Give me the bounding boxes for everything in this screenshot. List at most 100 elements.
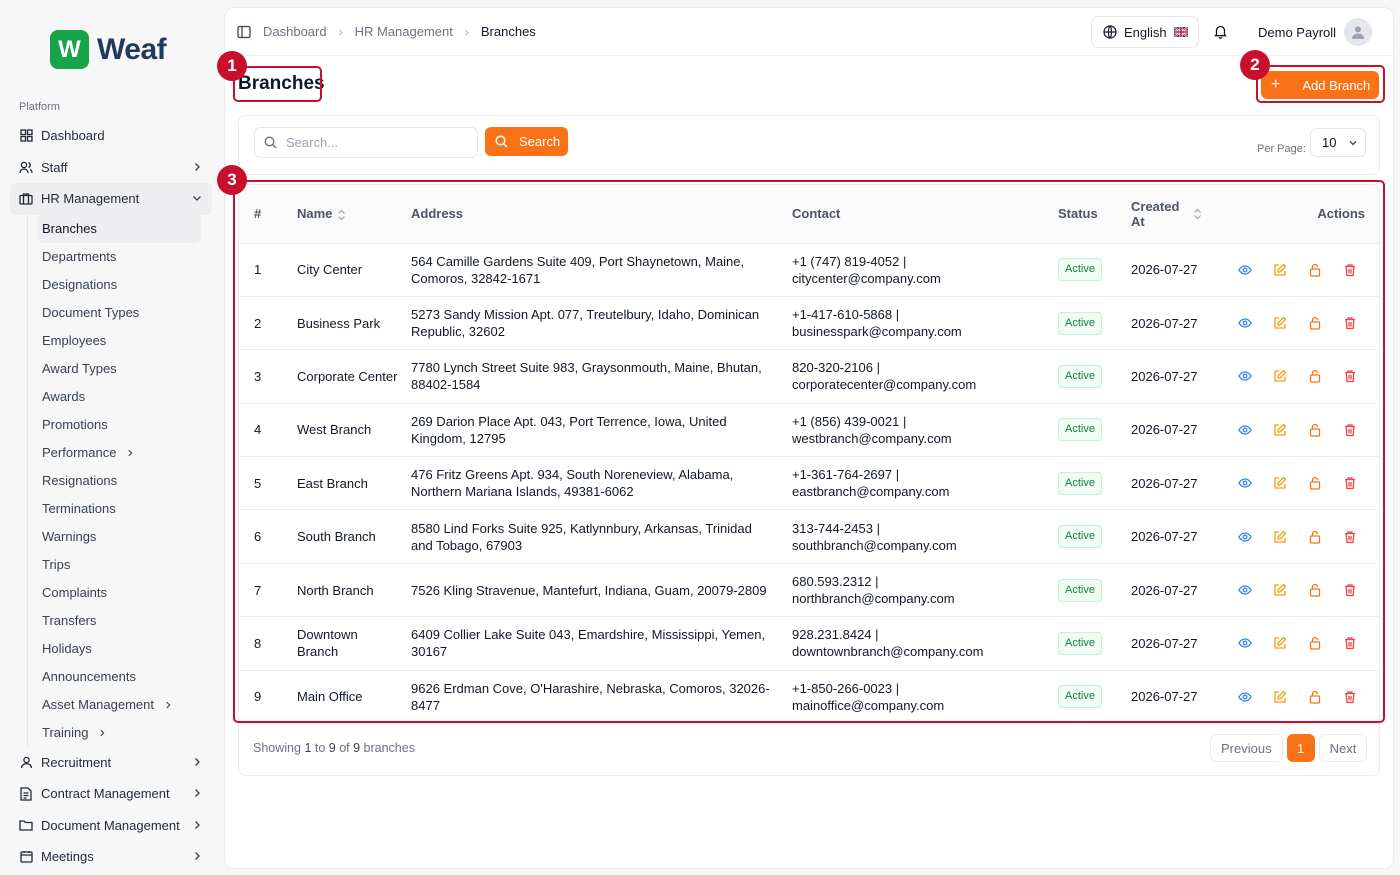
grid-icon (19, 129, 33, 143)
summary-to: 9 (328, 741, 336, 755)
sidebar-item-label: Contract Management (41, 786, 170, 802)
pagination: Previous 1 Next (1210, 734, 1368, 762)
summary-total: 9 (353, 741, 361, 755)
filter-bar: Search Per Page: 10 (238, 115, 1380, 175)
sidebar-item-label: Awards (42, 389, 86, 404)
language-selector[interactable]: English (1091, 16, 1199, 48)
chevron-right-icon (100, 729, 105, 736)
sidebar-item-employees[interactable]: Employees (37, 327, 201, 355)
sidebar-item-training[interactable]: Training (37, 719, 201, 747)
logo-icon: W (50, 30, 89, 69)
sidebar-item-holidays[interactable]: Holidays (37, 635, 201, 663)
summary-prefix: Showing (253, 741, 305, 755)
sidebar-item-dashboard[interactable]: Dashboard (10, 120, 212, 152)
previous-page-button[interactable]: Previous (1210, 734, 1283, 762)
chevron-right-icon (128, 449, 133, 456)
bell-icon[interactable] (1213, 24, 1228, 39)
sidebar-item-label: Document Management (41, 817, 180, 833)
sidebar-toggle-icon[interactable] (237, 25, 251, 39)
breadcrumb-hr-management[interactable]: HR Management (355, 24, 453, 39)
breadcrumb: Dashboard › HR Management › Branches (263, 24, 536, 39)
annotation-marker-2: 2 (1240, 50, 1270, 80)
sidebar-item-contract-management[interactable]: Contract Management (10, 778, 212, 810)
summary-suffix: branches (360, 741, 415, 755)
sidebar-item-terminations[interactable]: Terminations (37, 495, 201, 523)
sidebar-item-transfers[interactable]: Transfers (37, 607, 201, 635)
annotation-box-table (233, 180, 1385, 723)
sidebar-item-label: Warnings (42, 529, 97, 544)
search-field[interactable] (254, 127, 478, 158)
sidebar-item-announcements[interactable]: Announcements (37, 663, 201, 691)
sidebar-item-recruitment[interactable]: Recruitment (10, 747, 212, 779)
sidebar-item-label: Employees (42, 333, 107, 348)
chevron-right-icon (195, 820, 200, 829)
annotation-box-add-button (1256, 65, 1385, 103)
sidebar-item-departments[interactable]: Departments (37, 243, 201, 271)
sidebar-item-warnings[interactable]: Warnings (37, 523, 201, 551)
calendar-icon (19, 850, 33, 864)
sidebar-item-document-types[interactable]: Document Types (37, 299, 201, 327)
summary-of-word: of (335, 741, 354, 755)
sidebar-item-award-types[interactable]: Award Types (37, 355, 201, 383)
sidebar-item-label: Holidays (42, 641, 92, 656)
chevron-right-icon (195, 789, 200, 797)
pagination-summary: Showing 1 to 9 of 9 branches (253, 741, 415, 755)
sidebar-item-asset-management[interactable]: Asset Management (37, 691, 201, 719)
topbar: Dashboard › HR Management › Branches Eng… (225, 8, 1393, 56)
sidebar: W Weaf Platform Dashboard Staff HR Manag… (0, 0, 222, 875)
sidebar-item-label: Dashboard (41, 128, 105, 144)
sidebar-item-designations[interactable]: Designations (37, 271, 201, 299)
per-page-select[interactable]: 10 (1310, 128, 1366, 157)
sidebar-section-label: Platform (19, 101, 60, 113)
sidebar-item-label: Training (42, 725, 89, 740)
globe-icon (1103, 25, 1117, 39)
uk-flag-icon (1173, 27, 1188, 37)
chevron-right-icon (195, 162, 200, 171)
sidebar-item-label: Resignations (42, 473, 118, 488)
sidebar-item-trips[interactable]: Trips (37, 551, 201, 579)
sidebar-item-document-management[interactable]: Document Management (10, 810, 212, 842)
next-page-button[interactable]: Next (1318, 734, 1368, 762)
search-input[interactable] (286, 135, 466, 150)
sidebar-item-label: Departments (42, 249, 117, 264)
logo[interactable]: W Weaf (50, 30, 167, 69)
sidebar-item-label: HR Management (41, 191, 140, 207)
summary-to-word: to (311, 741, 329, 755)
sidebar-item-label: Recruitment (41, 754, 112, 770)
briefcase-icon (19, 192, 33, 206)
breadcrumb-separator-icon: › (464, 24, 469, 39)
sidebar-item-label: Staff (41, 159, 68, 175)
sidebar-item-hr-management[interactable]: HR Management (10, 183, 212, 215)
search-icon (264, 136, 277, 149)
sidebar-item-awards[interactable]: Awards (37, 383, 201, 411)
sidebar-item-meetings[interactable]: Meetings (10, 841, 212, 873)
breadcrumb-current: Branches (480, 24, 536, 39)
sidebar-item-label: Award Types (42, 361, 117, 376)
language-label: English (1124, 24, 1167, 40)
sidebar-item-resignations[interactable]: Resignations (37, 467, 201, 495)
user-icon (19, 755, 33, 769)
sidebar-item-staff[interactable]: Staff (10, 152, 212, 184)
sidebar-item-label: Terminations (42, 501, 116, 516)
sidebar-item-label: Announcements (42, 669, 136, 684)
chevron-right-icon (166, 701, 171, 708)
document-icon (19, 787, 33, 801)
user-menu[interactable]: Demo Payroll (1258, 18, 1373, 46)
sidebar-item-promotions[interactable]: Promotions (37, 411, 201, 439)
breadcrumb-dashboard[interactable]: Dashboard (263, 24, 327, 39)
sidebar-item-label: Trips (42, 557, 71, 572)
avatar (1344, 18, 1373, 46)
chevron-down-icon (193, 196, 201, 201)
chevron-right-icon (195, 757, 200, 766)
annotation-marker-1: 1 (217, 51, 247, 81)
search-button[interactable]: Search (485, 127, 568, 156)
users-icon (19, 160, 33, 174)
sidebar-item-performance[interactable]: Performance (37, 439, 201, 467)
sidebar-item-label: Designations (42, 277, 118, 292)
sidebar-item-complaints[interactable]: Complaints (37, 579, 201, 607)
page-button-current[interactable]: 1 (1286, 734, 1315, 762)
sidebar-item-branches[interactable]: Branches (37, 214, 201, 243)
user-name: Demo Payroll (1258, 24, 1337, 40)
sidebar-item-label: Branches (42, 221, 97, 236)
sidebar-item-label: Document Types (42, 305, 140, 320)
